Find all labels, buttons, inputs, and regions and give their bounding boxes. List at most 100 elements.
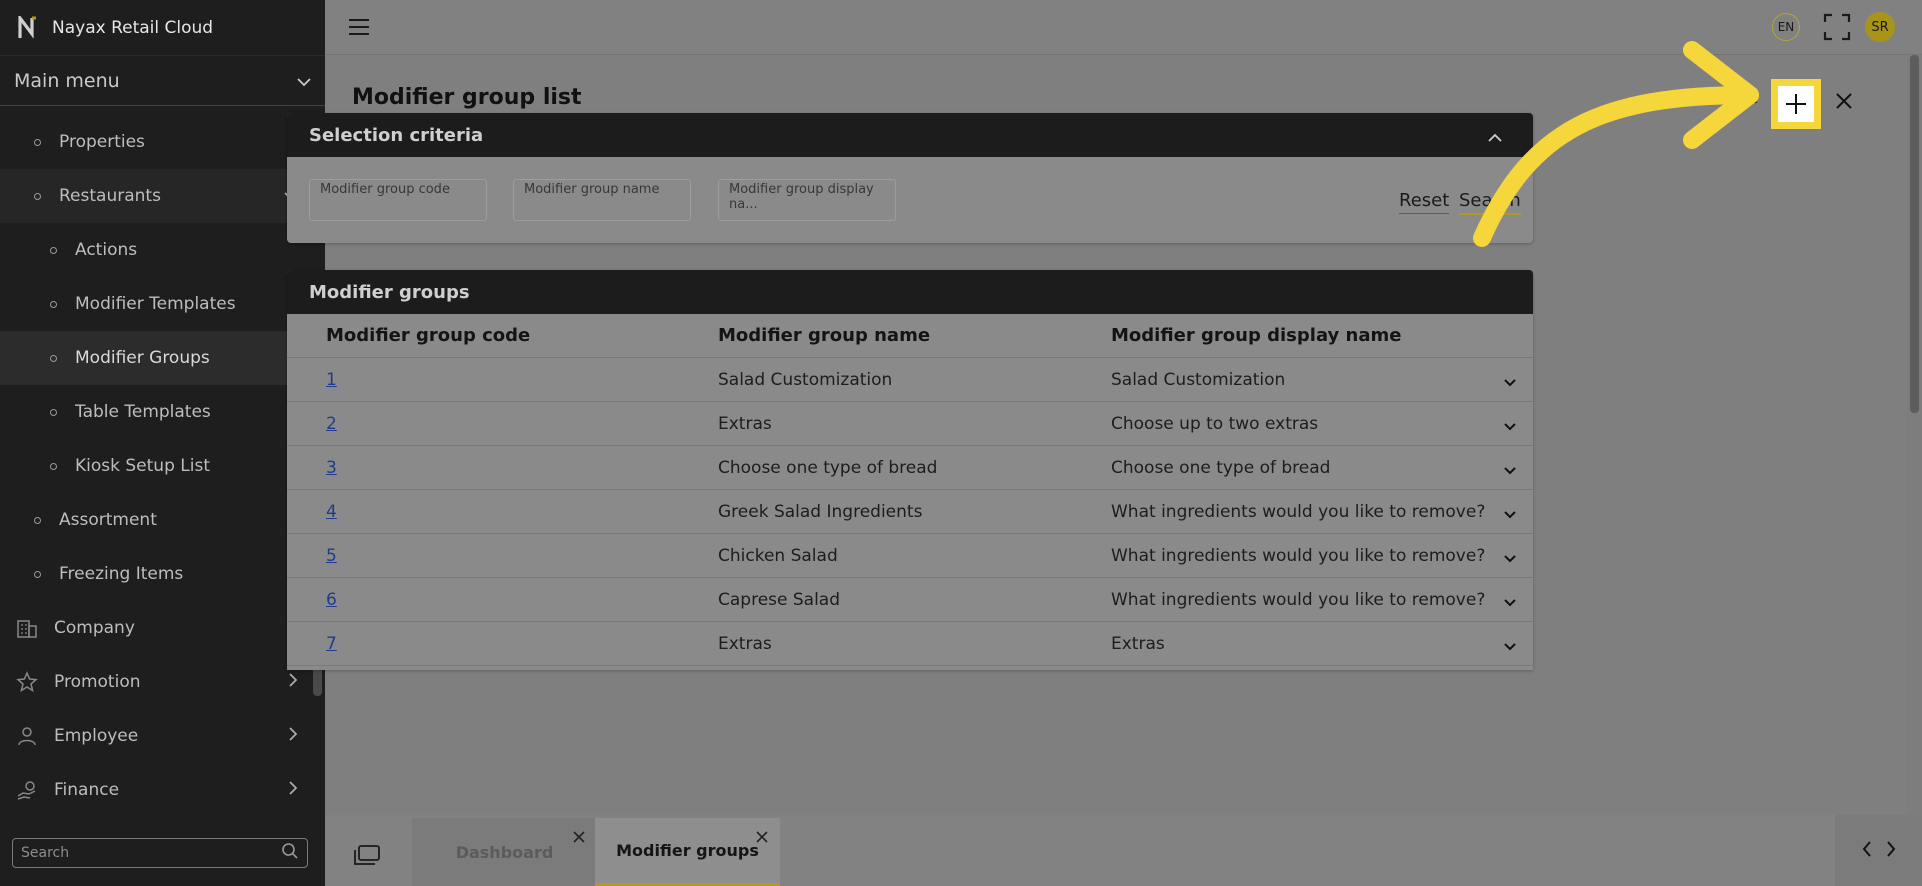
main-menu-toggle[interactable]: Main menu	[0, 55, 325, 106]
chevron-down-icon[interactable]	[1503, 637, 1517, 657]
sidebar-item-assortment[interactable]: Assortment	[0, 493, 310, 547]
chevron-down-icon[interactable]	[1503, 417, 1517, 437]
row-name: Extras	[718, 633, 772, 654]
row-name: Caprese Salad	[718, 589, 841, 610]
sidebar-item-freezing-items[interactable]: Freezing Items	[0, 547, 310, 601]
row-code-link[interactable]: 7	[326, 634, 337, 654]
chevron-down-icon[interactable]	[1503, 461, 1517, 481]
search-button[interactable]: Search	[1459, 190, 1521, 215]
plus-icon	[1786, 94, 1806, 114]
chevron-right-icon[interactable]	[1886, 840, 1896, 861]
sidebar-item-actions[interactable]: Actions	[0, 223, 310, 277]
sidebar-item-label: Properties	[59, 132, 145, 152]
fullscreen-icon[interactable]	[1823, 13, 1851, 45]
row-code-link[interactable]: 3	[326, 458, 337, 478]
tab-label: Modifier groups	[616, 841, 759, 860]
sidebar-item-modifier-groups[interactable]: Modifier Groups	[0, 331, 310, 385]
bullet-icon	[50, 246, 57, 254]
sidebar-item-label: Finance	[54, 780, 120, 800]
hamburger-menu-icon[interactable]	[348, 18, 370, 40]
person-icon	[16, 724, 40, 748]
row-name: Greek Salad Ingredients	[718, 501, 923, 522]
field-label: Modifier group name	[524, 182, 660, 197]
chevron-down-icon[interactable]	[1503, 505, 1517, 525]
sidebar-item-company[interactable]: Company	[0, 601, 310, 655]
sidebar-item-promotion[interactable]: Promotion	[0, 655, 310, 709]
brand: Nayax Retail Cloud	[0, 0, 325, 55]
table-row[interactable]: 7 Extras Extras	[287, 622, 1533, 666]
bullet-icon	[50, 300, 57, 308]
table-row[interactable]: 6 Caprese Salad What ingredients would y…	[287, 578, 1533, 622]
windows-icon[interactable]	[354, 845, 380, 869]
modifier-group-display-name-field[interactable]: Modifier group display na...	[718, 179, 896, 221]
reset-button[interactable]: Reset	[1399, 190, 1450, 214]
add-button-inner	[1778, 86, 1814, 122]
sidebar-item-label: Restaurants	[59, 186, 161, 206]
bullet-icon	[34, 570, 41, 578]
column-header-code[interactable]: Modifier group code	[326, 325, 530, 346]
row-code-link[interactable]: 1	[326, 370, 337, 390]
tab-scroll-arrows	[1835, 815, 1922, 886]
tab-dashboard[interactable]: Dashboard	[412, 818, 597, 886]
user-avatar[interactable]: SR	[1865, 12, 1895, 42]
tab-label: Dashboard	[455, 842, 554, 862]
scrollbar-thumb[interactable]	[1910, 55, 1919, 413]
chevron-down-icon[interactable]	[1503, 549, 1517, 569]
sidebar-item-modifier-templates[interactable]: Modifier Templates	[0, 277, 310, 331]
sidebar-item-employee[interactable]: Employee	[0, 709, 310, 763]
row-code-link[interactable]: 2	[326, 414, 337, 434]
sidebar-item-label: Employee	[54, 726, 139, 746]
search-icon[interactable]	[281, 842, 299, 864]
modifier-groups-title: Modifier groups	[309, 281, 470, 303]
main-scrollbar[interactable]	[1907, 55, 1922, 815]
table-row[interactable]: 3 Choose one type of bread Choose one ty…	[287, 446, 1533, 490]
table-row[interactable]: 5 Chicken Salad What ingredients would y…	[287, 534, 1533, 578]
bullet-icon	[50, 354, 57, 362]
row-code-link[interactable]: 5	[326, 546, 337, 566]
modifier-groups-card: Modifier groups Modifier group code Modi…	[287, 270, 1533, 670]
close-icon[interactable]	[1834, 91, 1854, 115]
sidebar-item-restaurants[interactable]: Restaurants	[0, 169, 310, 223]
sidebar-item-finance[interactable]: Finance	[0, 763, 310, 817]
selection-criteria-title: Selection criteria	[309, 124, 484, 146]
chevron-left-icon[interactable]	[1862, 840, 1872, 861]
row-display-name: Choose one type of bread	[1111, 457, 1331, 478]
modifier-group-name-field[interactable]: Modifier group name	[513, 179, 691, 221]
sidebar-item-label: Kiosk Setup List	[75, 456, 210, 476]
sidebar-search-input[interactable]	[21, 845, 261, 861]
bottom-tab-bar: Dashboard Modifier groups	[325, 815, 1922, 886]
column-header-display-name[interactable]: Modifier group display name	[1111, 325, 1401, 346]
sidebar-item-properties[interactable]: Properties	[0, 115, 310, 169]
language-button[interactable]: EN	[1772, 13, 1800, 41]
sidebar-item-label: Table Templates	[75, 402, 211, 422]
table-row[interactable]: 2 Extras Choose up to two extras	[287, 402, 1533, 446]
close-icon[interactable]	[573, 828, 585, 847]
sidebar-item-label: Promotion	[54, 672, 141, 692]
chevron-down-icon[interactable]	[1503, 373, 1517, 393]
record-count: 1	[1747, 87, 1759, 108]
selection-criteria-card: Selection criteria Modifier group code M…	[287, 113, 1533, 243]
chevron-right-icon	[288, 672, 298, 692]
column-header-name[interactable]: Modifier group name	[718, 325, 930, 346]
table-row[interactable]: 1 Salad Customization Salad Customizatio…	[287, 358, 1533, 402]
selection-criteria-header[interactable]: Selection criteria	[287, 113, 1533, 157]
bullet-icon	[34, 138, 41, 146]
row-name: Salad Customization	[718, 369, 893, 390]
modifier-group-code-field[interactable]: Modifier group code	[309, 179, 487, 221]
row-display-name: Choose up to two extras	[1111, 413, 1319, 434]
main-menu-label: Main menu	[14, 69, 120, 92]
tab-modifier-groups[interactable]: Modifier groups	[595, 818, 780, 886]
sidebar-item-table-templates[interactable]: Table Templates	[0, 385, 310, 439]
row-code-link[interactable]: 6	[326, 590, 337, 610]
nayax-logo-icon	[18, 15, 38, 40]
row-code-link[interactable]: 4	[326, 502, 337, 522]
sidebar-item-kiosk-setup-list[interactable]: Kiosk Setup List	[0, 439, 310, 493]
chevron-down-icon[interactable]	[1503, 593, 1517, 613]
coin-hand-icon	[16, 778, 40, 802]
table-row[interactable]: 4 Greek Salad Ingredients What ingredien…	[287, 490, 1533, 534]
add-button[interactable]	[1771, 79, 1821, 129]
close-icon[interactable]	[756, 828, 768, 847]
sidebar-item-label: Assortment	[59, 510, 157, 530]
chevron-up-icon[interactable]	[1487, 127, 1503, 148]
chevron-right-icon	[288, 726, 298, 746]
